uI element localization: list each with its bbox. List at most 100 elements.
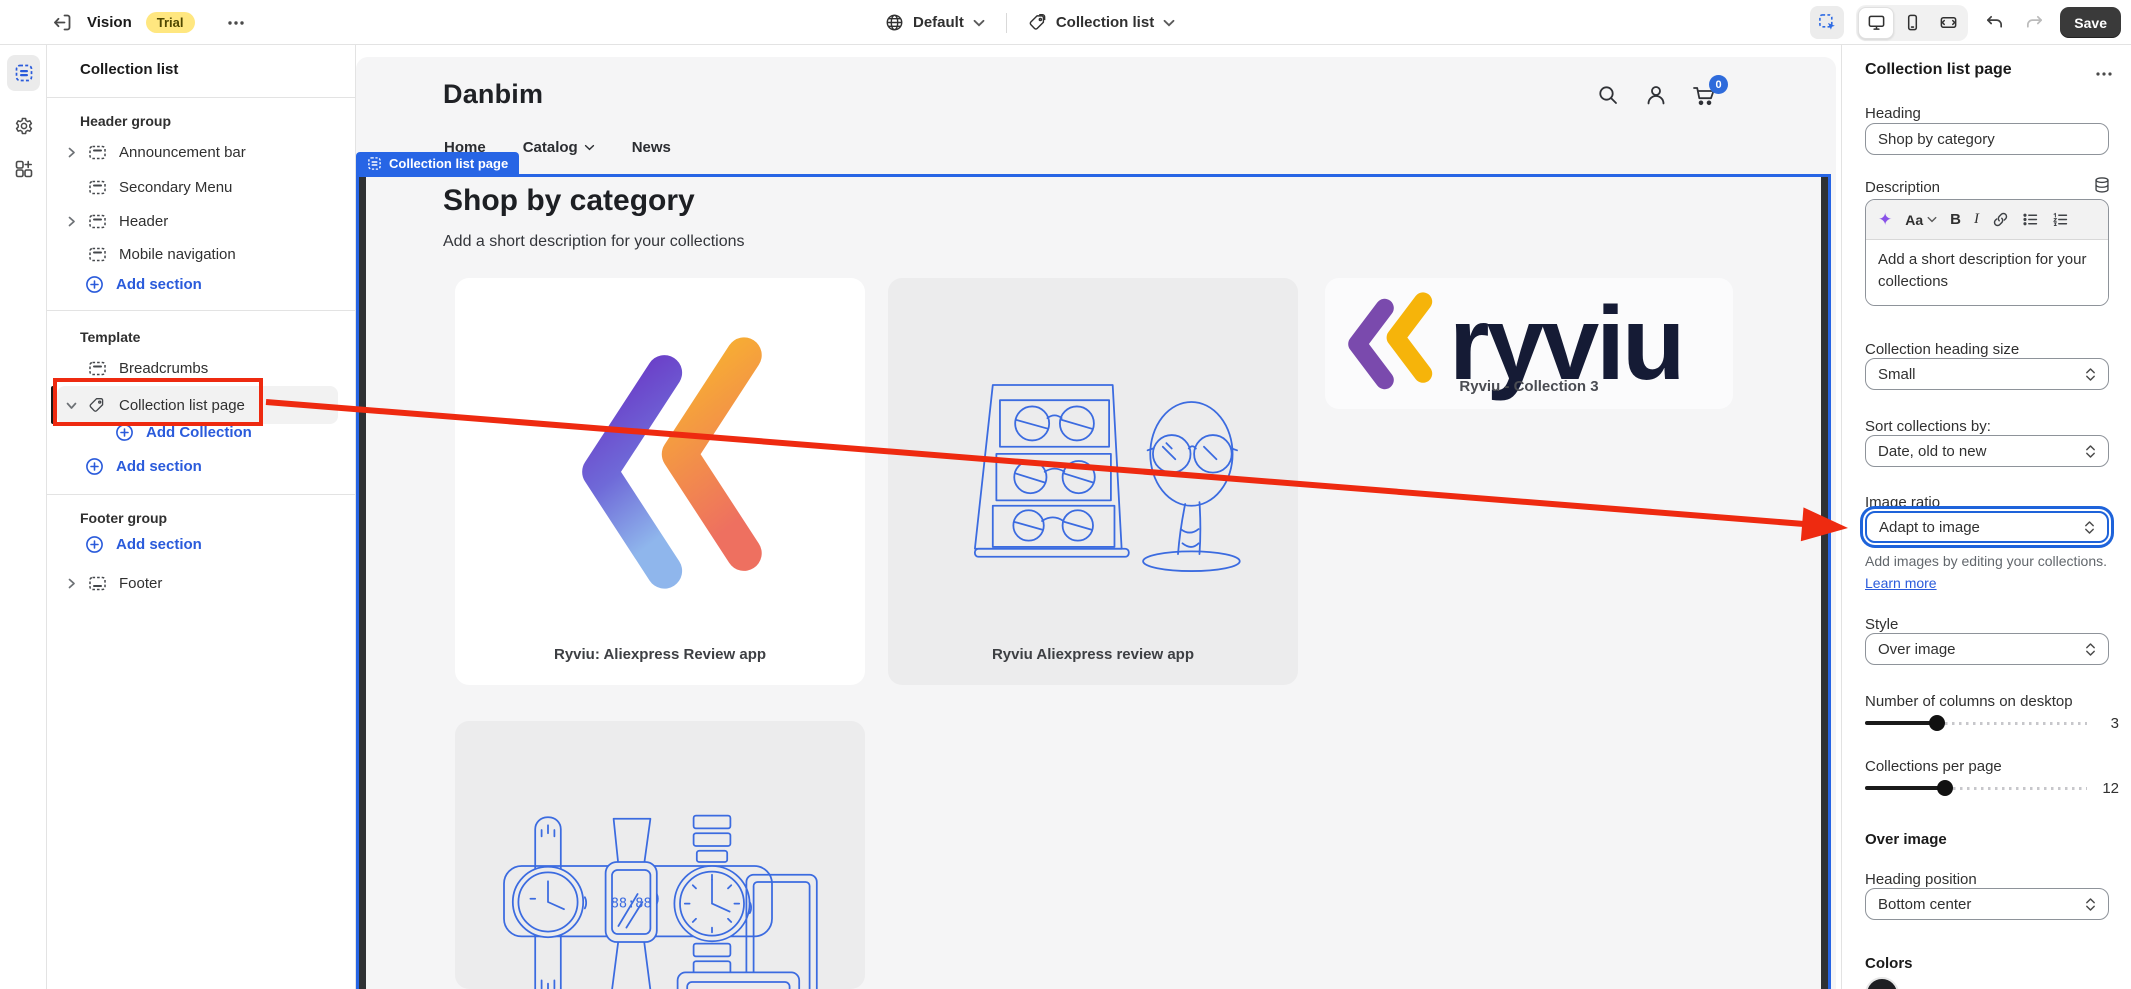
section-icon [88,178,107,197]
add-section-label: Add section [116,276,202,293]
sidebar-item-secondary-menu[interactable]: Secondary Menu [57,170,337,204]
image-ratio-select[interactable]: Adapt to image [1865,511,2109,543]
ellipsis-icon [2096,72,2112,76]
sidebar-item-label: Breadcrumbs [119,359,209,377]
panel-more-button[interactable] [2095,65,2113,83]
inspect-toggle-button[interactable] [1810,6,1845,39]
add-section-button-header[interactable]: Add section [85,275,202,294]
chevron-right-icon[interactable] [65,215,78,228]
ai-sparkle-button[interactable]: ✦ [1878,211,1892,228]
theme-editor: Vision Trial Default Collection list Sav… [0,0,2131,989]
page-edge-bar-right [1821,177,1828,989]
chevron-down-icon[interactable] [65,399,78,412]
heading-position-label: Heading position [1865,871,1977,888]
bold-button[interactable]: B [1950,211,1961,228]
collection-heading-size-select[interactable]: Small [1865,358,2109,390]
heading-position-select[interactable]: Bottom center [1865,888,2109,920]
undo-icon [1986,15,2002,28]
save-button[interactable]: Save [2060,7,2121,38]
section-icon [88,212,107,231]
card-title: Ryviu Aliexpress review app [991,646,1195,663]
undo-button[interactable] [1980,9,2008,37]
sidebar-item-header[interactable]: Header [57,204,337,238]
plus-circle-icon [86,458,103,475]
slider-thumb[interactable] [1929,715,1945,731]
divider [47,494,356,495]
add-section-button-template[interactable]: Add section [85,457,202,476]
ellipsis-icon [227,20,244,25]
numbered-list-button[interactable] [2052,211,2069,228]
page-selector-label: Collection list [1055,14,1155,31]
heading-input[interactable] [1865,123,2109,155]
panel-title: Collection list page [1865,61,2012,78]
bullet-list-button[interactable] [2022,211,2039,228]
chevron-down-icon [584,144,594,151]
text-style-button[interactable]: Aa [1905,212,1937,228]
desktop-preview-button[interactable] [1858,6,1895,39]
store-name: Danbim [443,79,544,109]
description-textarea[interactable]: Add a short description for your collect… [1866,240,2108,305]
select-value: Date, old to new [1878,442,1987,460]
locale-selector[interactable]: Default [885,13,985,32]
rail-sections-button[interactable] [7,55,40,91]
section-icon [88,143,107,162]
collection-card-4[interactable]: 88:88 [455,721,865,989]
collection-list-heading: Shop by category [443,184,695,217]
gear-icon [15,117,32,135]
rail-apps-button[interactable] [7,151,40,187]
slider-thumb[interactable] [1937,780,1953,796]
watches-illustration: 88:88 [503,814,818,989]
sidebar-item-label: Collection list page [119,396,245,414]
search-icon[interactable] [1596,83,1620,107]
nav-catalog[interactable]: Catalog [523,139,595,156]
per-page-value: 12 [2102,780,2119,797]
left-rail [0,45,47,989]
italic-button[interactable]: I [1974,211,1979,228]
glasses-illustration [973,384,1241,572]
sidebar-item-breadcrumbs[interactable]: Breadcrumbs [57,351,337,385]
columns-slider[interactable] [1865,715,2109,731]
account-icon[interactable] [1644,83,1668,107]
settings-panel: Collection list page Heading Description… [1841,45,2131,989]
mobile-preview-button[interactable] [1894,7,1930,39]
rail-settings-button[interactable] [7,108,40,144]
fullwidth-preview-button[interactable] [1930,7,1966,39]
apps-icon [15,160,32,178]
nav-news[interactable]: News [632,139,671,156]
per-page-label: Collections per page [1865,758,2002,775]
over-image-heading: Over image [1865,831,1947,848]
app-name: Vision [87,14,132,31]
add-collection-button[interactable]: Add Collection [115,423,252,442]
topbar: Vision Trial Default Collection list Sav… [0,0,2131,45]
cart-button[interactable]: 0 [1692,75,1728,107]
collection-card-2[interactable]: Ryviu Aliexpress review app [888,278,1298,685]
topbar-more-button[interactable] [227,14,245,32]
collection-card-3[interactable]: ryviu Ryviu - Collection 3 [1325,278,1733,409]
style-select[interactable]: Over image [1865,633,2109,665]
columns-value: 3 [2110,715,2119,732]
chevron-right-icon[interactable] [65,577,78,590]
sort-collections-select[interactable]: Date, old to new [1865,435,2109,467]
learn-more-link[interactable]: Learn more [1865,575,1937,591]
dynamic-source-button[interactable] [2093,176,2111,194]
sidebar-item-announcement-bar[interactable]: Announcement bar [57,135,337,169]
selection-icon [1818,14,1835,30]
sidebar-item-mobile-navigation[interactable]: Mobile navigation [57,237,337,271]
link-button[interactable] [1992,211,2009,228]
active-item-indicator [51,386,55,424]
section-icon [88,245,107,264]
per-page-slider[interactable] [1865,780,2109,796]
stepper-icon [2086,897,2095,911]
exit-editor-button[interactable] [52,12,73,33]
collection-card-1[interactable]: Ryviu: Aliexpress Review app [455,278,865,685]
page-selector[interactable]: Collection list [1028,13,1175,32]
sidebar-item-footer[interactable]: Footer [57,566,337,600]
chevron-right-icon[interactable] [65,146,78,159]
sidebar-item-collection-list-page[interactable]: Collection list page [57,386,338,424]
color-swatch[interactable] [1865,977,1899,989]
image-ratio-help: Add images by editing your collections. [1865,553,2108,569]
section-tag[interactable]: Collection list page [356,152,520,175]
redo-button[interactable] [2020,9,2048,37]
add-section-button-footer[interactable]: Add section [85,535,202,554]
heading-label: Heading [1865,105,1921,122]
